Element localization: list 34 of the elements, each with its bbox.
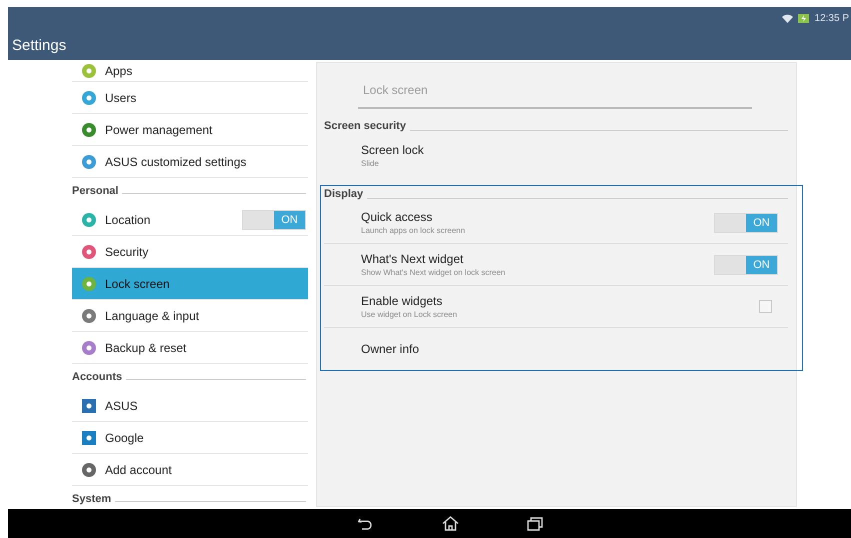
app-title: Settings bbox=[11, 36, 68, 54]
setting-title[interactable]: Enable widgets bbox=[361, 294, 759, 308]
setting-title[interactable]: Screen lock bbox=[361, 142, 778, 156]
setting-description: Launch apps on lock screenn bbox=[361, 226, 466, 235]
section-header: Personal bbox=[72, 185, 118, 197]
sidebar-item[interactable]: Backup & reset bbox=[72, 332, 308, 364]
section-header: Display bbox=[324, 188, 364, 200]
battery-icon bbox=[798, 14, 810, 22]
recent-apps-icon[interactable] bbox=[527, 516, 543, 530]
sidebar-item[interactable]: Language & input bbox=[72, 300, 308, 332]
sidebar-item[interactable]: ASUS bbox=[72, 390, 308, 422]
setting-title[interactable]: Owner info bbox=[361, 342, 778, 356]
setting-description: Use widget on Lock screen bbox=[361, 310, 458, 319]
sidebar-item[interactable]: ASUS customized settings bbox=[72, 146, 308, 178]
setting-title[interactable]: What's Next widget bbox=[361, 252, 714, 266]
sidebar-item[interactable]: Apps bbox=[72, 60, 308, 82]
setting-description: Slide bbox=[361, 158, 380, 168]
setting-description: Show What's Next widget on lock screen bbox=[361, 268, 506, 277]
sidebar-item[interactable]: Power management bbox=[72, 114, 308, 146]
sidebar-item[interactable]: Google bbox=[72, 422, 308, 454]
home-icon[interactable] bbox=[442, 516, 459, 531]
sidebar-item[interactable]: Lock screen bbox=[72, 268, 308, 300]
section-header: Screen security bbox=[324, 120, 406, 132]
checkbox[interactable] bbox=[759, 300, 772, 313]
back-icon[interactable] bbox=[358, 518, 374, 530]
section-header: Accounts bbox=[72, 371, 122, 383]
section-header: System bbox=[72, 493, 112, 505]
sidebar-item[interactable]: Add account bbox=[72, 454, 308, 486]
setting-title[interactable]: Quick access bbox=[361, 210, 714, 224]
page-title: Lock screen bbox=[363, 83, 428, 97]
sidebar-item[interactable]: Location ON bbox=[72, 204, 308, 236]
wifi-icon bbox=[782, 14, 793, 22]
status-time: 12:35 P bbox=[814, 12, 849, 24]
sidebar-item[interactable]: Users bbox=[72, 82, 308, 114]
